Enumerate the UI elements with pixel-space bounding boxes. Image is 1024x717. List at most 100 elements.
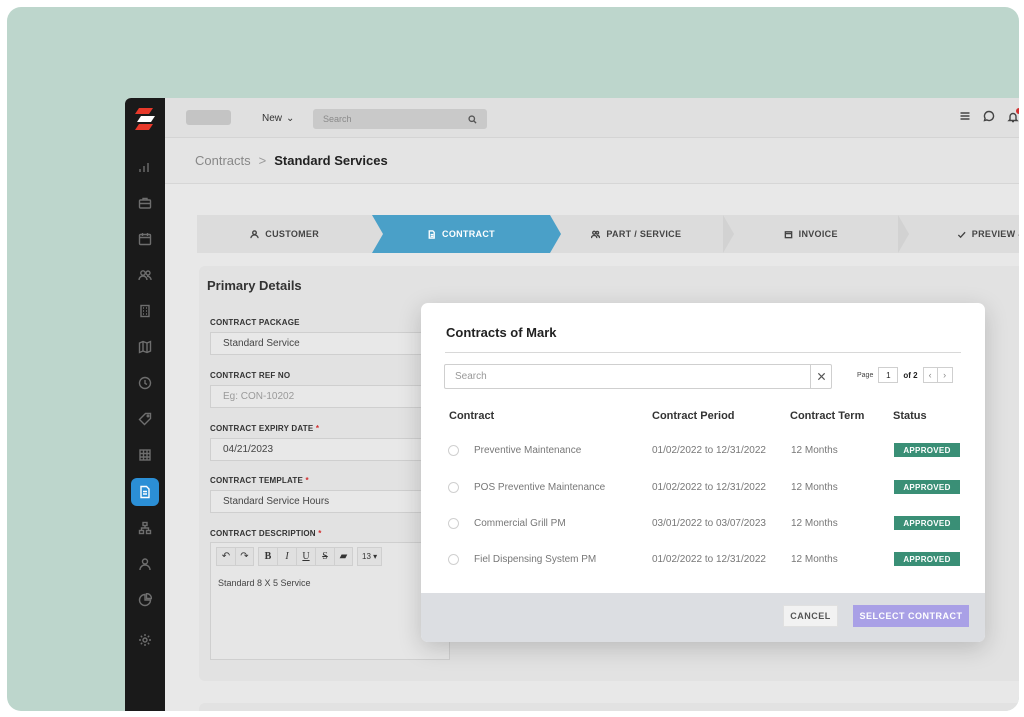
step-customer-label: CUSTOMER [265,229,320,239]
table-row[interactable]: Fiel Dispensing System PM 01/02/2022 to … [421,550,985,570]
contract-template-select[interactable]: Standard Service Hours [210,490,450,513]
notification-badge [1016,108,1019,114]
strikethrough-icon[interactable]: S [315,547,334,566]
page-total: of 2 [903,370,918,380]
description-text: Standard 8 X 5 Service [218,578,311,588]
map-icon[interactable] [131,333,159,361]
chevron-down-icon: ⌄ [286,112,295,124]
users-icon [591,230,601,238]
contract-period: 01/02/2022 to 12/31/2022 [652,445,766,456]
contract-package-select[interactable]: Standard Service [210,332,450,355]
step-invoice[interactable]: INVOICE [723,215,910,253]
page-number-input[interactable]: 1 [878,367,899,383]
tag-icon[interactable] [131,405,159,433]
account-placeholder[interactable] [186,110,231,125]
underline-icon[interactable]: U [296,547,315,566]
search-icon [468,114,477,124]
undo-icon[interactable]: ↶ [216,547,235,566]
menu-icon[interactable] [959,110,971,122]
status-badge: APPROVED [894,443,960,457]
modal-title: Contracts of Mark [446,325,557,340]
modal-search-input[interactable]: Search [444,364,832,389]
row-radio[interactable] [448,554,459,565]
table-row[interactable]: POS Preventive Maintenance 01/02/2022 to… [421,478,985,498]
clear-search-button[interactable] [810,364,832,389]
editor-toolbar: ↶ ↷ B I U S ▰ 13 ▾ [211,543,449,570]
contract-description-label: CONTRACT DESCRIPTION * [210,529,322,538]
top-bar: New ⌄ Search [165,98,1019,138]
redo-icon[interactable]: ↷ [235,547,254,566]
step-preview-label: PREVIEW & [971,229,1019,239]
step-preview[interactable]: PREVIEW & [898,215,1019,253]
step-part-service[interactable]: PART / SERVICE [549,215,735,253]
step-arrow [372,215,384,253]
clock-icon[interactable] [131,369,159,397]
select-contract-button[interactable]: SELCECT CONTRACT [853,605,969,627]
contracts-modal: Contracts of Mark Search Page 1 of 2 ‹ ›… [421,303,985,642]
contract-period: 03/01/2022 to 03/07/2023 [652,518,766,529]
step-contract[interactable]: CONTRACT [372,215,561,253]
next-page-button[interactable]: › [938,368,952,382]
breadcrumb-parent[interactable]: Contracts [195,153,251,168]
status-badge: APPROVED [894,480,960,494]
step-contract-label: CONTRACT [442,229,495,239]
settings-icon[interactable] [131,626,159,654]
description-editor[interactable]: ↶ ↷ B I U S ▰ 13 ▾ Standard 8 X 5 Servic… [210,542,450,660]
new-button-label: New [262,112,283,124]
page-label: Page [857,371,874,379]
new-button[interactable]: New ⌄ [262,110,294,126]
briefcase-icon[interactable] [131,189,159,217]
analytics-icon[interactable] [131,153,159,181]
cancel-button[interactable]: CANCEL [783,605,838,627]
step-invoice-label: INVOICE [798,229,838,239]
contract-ref-input[interactable]: Eg: CON-10202 [210,385,450,408]
pie-chart-icon[interactable] [131,586,159,614]
invoice-icon [784,230,792,238]
row-radio[interactable] [448,445,459,456]
column-header-status: Status [893,410,927,422]
eraser-icon[interactable]: ▰ [334,547,353,566]
table-row[interactable]: Preventive Maintenance 01/02/2022 to 12/… [421,441,985,461]
brand-logo [135,108,155,130]
column-header-term: Contract Term [790,410,865,422]
contract-package-label: CONTRACT PACKAGE [210,318,300,327]
pagination: Page 1 of 2 ‹ › [857,367,953,383]
global-search-placeholder: Search [323,114,352,124]
contracts-document-icon[interactable] [131,478,159,506]
contract-name: Commercial Grill PM [474,518,566,529]
contract-term: 12 Months [791,554,838,565]
font-size-select[interactable]: 13 ▾ [357,547,383,566]
bold-icon[interactable]: B [258,547,277,566]
breadcrumb: Contracts > Standard Services [165,138,1019,184]
document-icon [428,229,435,239]
user-icon[interactable] [131,550,159,578]
modal-footer: CANCEL SELCECT CONTRACT [421,593,985,642]
close-icon [817,372,826,381]
step-customer[interactable]: CUSTOMER [197,215,384,253]
people-icon[interactable] [131,261,159,289]
modal-search-placeholder: Search [455,371,487,382]
sidebar [125,98,165,711]
global-search-input[interactable]: Search [313,109,487,129]
row-radio[interactable] [448,518,459,529]
table-row[interactable]: Commercial Grill PM 03/01/2022 to 03/07/… [421,514,985,534]
grid-icon[interactable] [131,441,159,469]
check-icon [957,231,966,238]
building-icon[interactable] [131,297,159,325]
column-header-contract: Contract [449,410,495,422]
hierarchy-icon[interactable] [131,514,159,542]
contract-period: 01/02/2022 to 12/31/2022 [652,554,766,565]
contract-name: Fiel Dispensing System PM [474,554,597,565]
row-radio[interactable] [448,482,459,493]
contract-ref-label: CONTRACT REF NO [210,371,291,380]
contract-term: 12 Months [791,518,838,529]
calendar-icon[interactable] [131,225,159,253]
step-arrow [898,215,910,253]
contract-expiry-input[interactable]: 04/21/2023 [210,438,450,461]
italic-icon[interactable]: I [277,547,296,566]
step-part-service-label: PART / SERVICE [606,229,682,239]
prev-page-button[interactable]: ‹ [924,368,938,382]
chat-icon[interactable] [983,110,995,122]
contract-period: 01/02/2022 to 12/31/2022 [652,482,766,493]
notifications-button[interactable] [1007,108,1019,128]
